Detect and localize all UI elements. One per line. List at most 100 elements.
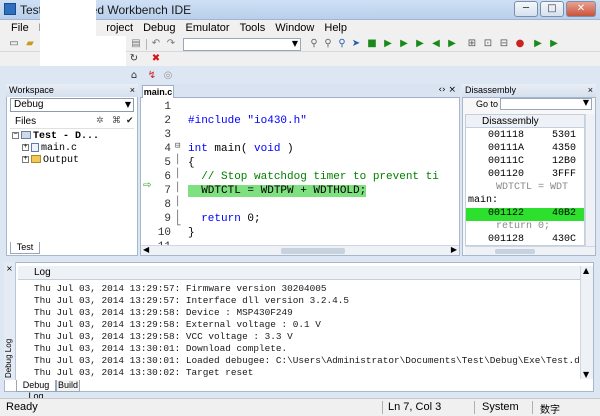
code-line[interactable]: { bbox=[188, 157, 195, 169]
tab-debug-log[interactable]: Debug Log bbox=[16, 380, 56, 401]
c-file-icon bbox=[31, 143, 39, 152]
nav-back-icon[interactable]: ◀ bbox=[430, 38, 442, 50]
step-icon[interactable]: ⌂ bbox=[128, 70, 140, 82]
stop-build-icon[interactable]: ⊡ bbox=[482, 38, 494, 50]
next-bookmark-icon[interactable]: ▶ bbox=[382, 38, 394, 50]
paste-icon[interactable]: ▤ bbox=[130, 38, 142, 50]
disassembly-horizontal-scrollbar[interactable] bbox=[465, 246, 595, 255]
new-file-icon[interactable]: ▭ bbox=[8, 38, 20, 50]
make-icon[interactable]: ⊞ bbox=[466, 38, 478, 50]
toggle-bookmark-icon[interactable]: ■ bbox=[366, 38, 378, 50]
code-token: WDTCTL = WDTPW + WDTHOLD; bbox=[188, 185, 367, 197]
code-token: main( bbox=[207, 143, 255, 155]
menu-project[interactable]: roject bbox=[101, 20, 138, 36]
disassembly-row[interactable]: main: bbox=[466, 195, 584, 208]
find-prev-icon[interactable]: ⚲ bbox=[336, 38, 348, 50]
nav-forward-icon[interactable]: ▶ bbox=[414, 38, 426, 50]
compile-icon[interactable]: ▶ bbox=[446, 38, 458, 50]
disassembly-row[interactable]: WDTCTL = WDT bbox=[466, 182, 584, 195]
open-folder-icon[interactable]: ▰ bbox=[24, 38, 36, 50]
cursor-position: Ln 7, Col 3 bbox=[388, 401, 442, 413]
chevron-down-icon: ▼ bbox=[582, 98, 589, 107]
tree-item-output[interactable]: + Output bbox=[22, 155, 79, 166]
find-icon[interactable]: ⚲ bbox=[308, 38, 320, 50]
fold-line: │ bbox=[175, 211, 181, 221]
minimize-button[interactable]: ─ bbox=[514, 1, 538, 17]
maximize-button[interactable]: □ bbox=[540, 1, 564, 17]
disassembly-row[interactable]: 00111C 12B0 bbox=[466, 156, 584, 169]
close-icon[interactable]: × bbox=[130, 84, 135, 97]
find-next-icon[interactable]: ⚲ bbox=[322, 38, 334, 50]
code-line[interactable]: #include "io430.h" bbox=[188, 115, 307, 127]
tab-controls-icon[interactable]: ‹› × bbox=[438, 85, 456, 95]
toggle-breakpoint-icon[interactable]: ⊟ bbox=[498, 38, 510, 50]
code-line[interactable]: int main( void ) bbox=[188, 143, 294, 155]
redo-icon[interactable]: ↷ bbox=[165, 38, 177, 50]
disassembly-row[interactable]: 00111A 4350 bbox=[466, 143, 584, 156]
run-to-cursor-icon[interactable]: ↯ bbox=[146, 70, 158, 82]
scroll-right-icon[interactable]: ▶ bbox=[451, 245, 457, 254]
menu-file[interactable]: File bbox=[6, 20, 34, 36]
line-number: 8 bbox=[164, 199, 171, 211]
editor-tab-bar: main.c ‹› × bbox=[140, 84, 460, 98]
expand-icon[interactable]: + bbox=[22, 144, 29, 151]
menu-emulator[interactable]: Emulator bbox=[181, 20, 235, 36]
tab-build[interactable]: Build bbox=[56, 380, 80, 392]
disassembly-row[interactable]: 001118 5301 bbox=[466, 130, 584, 143]
fold-line: │ bbox=[175, 155, 181, 165]
undo-icon[interactable]: ↶ bbox=[150, 38, 162, 50]
scroll-up-icon[interactable]: ▲ bbox=[583, 266, 589, 275]
disassembly-row[interactable]: return 0; bbox=[466, 221, 584, 234]
scrollbar-thumb[interactable] bbox=[281, 248, 345, 254]
debug-no-download-icon[interactable]: ▶ bbox=[548, 38, 560, 50]
download-debug-icon[interactable]: ▶ bbox=[532, 38, 544, 50]
break-icon[interactable]: ◎ bbox=[162, 70, 174, 82]
go-to-icon[interactable]: ➤ bbox=[350, 38, 362, 50]
expand-icon[interactable]: + bbox=[22, 155, 29, 163]
log-line: Thu Jul 03, 2014 13:29:58: External volt… bbox=[34, 319, 321, 330]
disassembly-row[interactable]: 001120 3FFF bbox=[466, 169, 584, 182]
find-combo[interactable]: ▼ bbox=[183, 38, 301, 51]
disassembly-row[interactable]: 001122 40B2 bbox=[466, 208, 584, 221]
menu-window[interactable]: Window bbox=[270, 20, 319, 36]
collapse-icon[interactable]: − bbox=[12, 131, 19, 139]
disassembly-title: Disassembly × bbox=[462, 84, 596, 97]
log-header: Log bbox=[18, 266, 580, 280]
scroll-down-icon[interactable]: ▼ bbox=[583, 370, 589, 379]
configuration-select[interactable]: Debug ▼ bbox=[10, 98, 134, 112]
scroll-left-icon[interactable]: ◀ bbox=[143, 245, 149, 254]
options-icon[interactable]: ✲ bbox=[96, 116, 104, 126]
log-side-label: Debug Log bbox=[4, 338, 13, 378]
menu-help[interactable]: Help bbox=[319, 20, 352, 36]
log-line: Thu Jul 03, 2014 13:30:01: Download comp… bbox=[34, 343, 288, 354]
disassembly-address: 001122 bbox=[488, 208, 525, 219]
breakpoint-icon[interactable]: ● bbox=[514, 38, 526, 50]
menu-debug[interactable]: Debug bbox=[138, 20, 180, 36]
redacted-area bbox=[40, 0, 96, 36]
prev-bookmark-icon[interactable]: ▶ bbox=[398, 38, 410, 50]
log-vertical-scrollbar[interactable]: ▲ ▼ bbox=[580, 266, 593, 379]
tab-test[interactable]: Test bbox=[10, 242, 40, 254]
check-icon[interactable]: ✔ bbox=[126, 116, 134, 126]
disassembly-vertical-scrollbar[interactable] bbox=[585, 114, 595, 246]
reset-icon[interactable]: ↻ bbox=[128, 53, 140, 65]
bookmark-icon[interactable]: ⌘ bbox=[112, 116, 121, 126]
tree-item-project[interactable]: − Test - D... bbox=[12, 131, 99, 142]
code-line[interactable]: // Stop watchdog timer to prevent ti bbox=[188, 171, 439, 183]
stop-debug-icon[interactable]: ✖ bbox=[150, 53, 162, 65]
editor-horizontal-scrollbar[interactable]: ◀ ▶ bbox=[141, 245, 459, 255]
tab-main-c[interactable]: main.c bbox=[142, 85, 174, 98]
code-line[interactable]: return 0; bbox=[188, 213, 260, 225]
code-token: #include "io430.h" bbox=[188, 115, 307, 127]
tree-item-main-c[interactable]: + main.c bbox=[22, 143, 77, 154]
close-button[interactable]: ✕ bbox=[566, 1, 596, 17]
goto-input[interactable]: ▼ bbox=[500, 98, 592, 110]
menu-tools[interactable]: Tools bbox=[235, 20, 271, 36]
fold-marker-icon[interactable]: ⊟ bbox=[175, 141, 180, 151]
scrollbar-thumb[interactable] bbox=[495, 249, 535, 254]
code-line[interactable]: WDTCTL = WDTPW + WDTHOLD; bbox=[188, 185, 367, 197]
code-line[interactable]: } bbox=[188, 227, 195, 239]
close-icon[interactable]: × bbox=[588, 84, 593, 97]
status-ready: Ready bbox=[6, 401, 38, 413]
pin-icon[interactable]: × bbox=[6, 264, 13, 273]
